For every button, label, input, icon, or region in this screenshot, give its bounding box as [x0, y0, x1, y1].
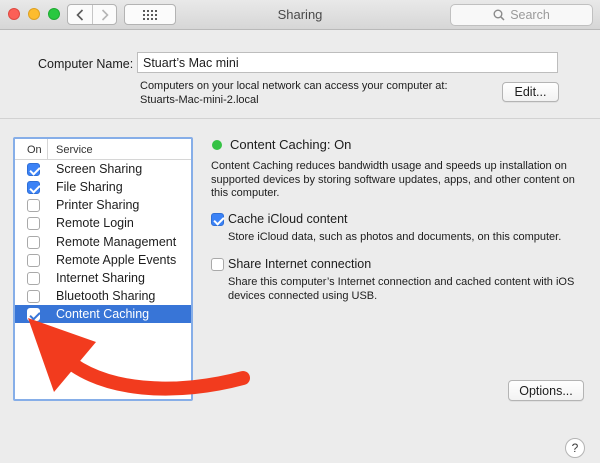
back-chevron-icon [76, 8, 84, 21]
section-divider [0, 118, 600, 119]
computer-name-description: Computers on your local network can acce… [140, 80, 448, 107]
help-button[interactable]: ? [565, 438, 585, 458]
service-status: Content Caching: On [230, 137, 352, 152]
description-line: Share this computer’s Internet connectio… [228, 276, 575, 288]
service-checkbox-remote-apple-events[interactable] [27, 254, 40, 267]
column-separator [47, 139, 48, 159]
column-header-service[interactable]: Service [56, 144, 93, 156]
share-internet-description: Share this computer’s Internet connectio… [228, 276, 574, 303]
service-row-internet-sharing[interactable]: Internet Sharing [15, 269, 191, 287]
service-label-printer-sharing: Printer Sharing [56, 198, 140, 212]
cache-icloud-label[interactable]: Cache iCloud content [228, 212, 348, 226]
status-indicator [212, 140, 222, 150]
window-title: Sharing [277, 7, 323, 22]
service-row-file-sharing[interactable]: File Sharing [15, 178, 191, 196]
service-list[interactable]: On Service Screen Sharing File Sharing P… [13, 137, 193, 401]
service-row-remote-apple-events[interactable]: Remote Apple Events [15, 251, 191, 269]
description-line: Content Caching reduces bandwidth usage … [211, 160, 567, 172]
forward-button[interactable] [92, 5, 116, 24]
show-all-button[interactable] [124, 4, 176, 25]
service-label-internet-sharing: Internet Sharing [56, 271, 145, 285]
back-button[interactable] [68, 5, 92, 24]
close-button[interactable] [8, 8, 20, 20]
description-line: this computer. [211, 187, 280, 199]
forward-chevron-icon [101, 8, 109, 21]
service-row-remote-management[interactable]: Remote Management [15, 233, 191, 251]
service-list-header: On Service [15, 139, 191, 160]
computer-name-field[interactable] [137, 52, 558, 73]
share-internet-label[interactable]: Share Internet connection [228, 257, 371, 271]
nav-buttons [67, 4, 117, 25]
cache-icloud-checkbox[interactable] [211, 213, 224, 226]
column-header-on[interactable]: On [27, 144, 42, 156]
description-line: devices connected using USB. [228, 289, 378, 302]
zoom-button[interactable] [48, 8, 60, 20]
content-caching-description: Content Caching reduces bandwidth usage … [211, 160, 591, 201]
service-row-content-caching[interactable]: Content Caching [15, 305, 191, 323]
service-row-remote-login[interactable]: Remote Login [15, 214, 191, 232]
service-label-remote-management: Remote Management [56, 235, 177, 249]
service-checkbox-content-caching[interactable] [27, 308, 40, 321]
local-hostname: Stuarts-Mac-mini-2.local [140, 93, 259, 106]
service-checkbox-bluetooth-sharing[interactable] [27, 290, 40, 303]
service-checkbox-remote-login[interactable] [27, 217, 40, 230]
share-internet-checkbox[interactable] [211, 258, 224, 271]
service-label-file-sharing: File Sharing [56, 180, 123, 194]
service-label-remote-apple-events: Remote Apple Events [56, 253, 177, 267]
service-checkbox-file-sharing[interactable] [27, 181, 40, 194]
search-field[interactable]: Search [450, 4, 593, 26]
edit-button[interactable]: Edit... [502, 82, 559, 102]
service-checkbox-remote-management[interactable] [27, 236, 40, 249]
service-checkbox-internet-sharing[interactable] [27, 272, 40, 285]
minimize-button[interactable] [28, 8, 40, 20]
description-line: supported devices by storing software up… [211, 173, 575, 186]
computer-name-description-line1: Computers on your local network can acce… [140, 80, 448, 92]
service-row-bluetooth-sharing[interactable]: Bluetooth Sharing [15, 287, 191, 305]
service-label-screen-sharing: Screen Sharing [56, 162, 143, 176]
computer-name-label: Computer Name: [38, 57, 134, 71]
search-icon [493, 9, 505, 21]
title-bar: Sharing Search [0, 0, 600, 30]
search-placeholder: Search [510, 8, 550, 22]
service-label-content-caching: Content Caching [56, 307, 150, 321]
service-checkbox-screen-sharing[interactable] [27, 163, 40, 176]
service-label-bluetooth-sharing: Bluetooth Sharing [56, 289, 156, 303]
service-label-remote-login: Remote Login [56, 216, 134, 230]
service-row-printer-sharing[interactable]: Printer Sharing [15, 196, 191, 214]
options-button[interactable]: Options... [508, 380, 584, 401]
service-row-screen-sharing[interactable]: Screen Sharing [15, 160, 191, 178]
grid-icon [143, 9, 157, 20]
cache-icloud-description: Store iCloud data, such as photos and do… [228, 231, 562, 243]
service-checkbox-printer-sharing[interactable] [27, 199, 40, 212]
